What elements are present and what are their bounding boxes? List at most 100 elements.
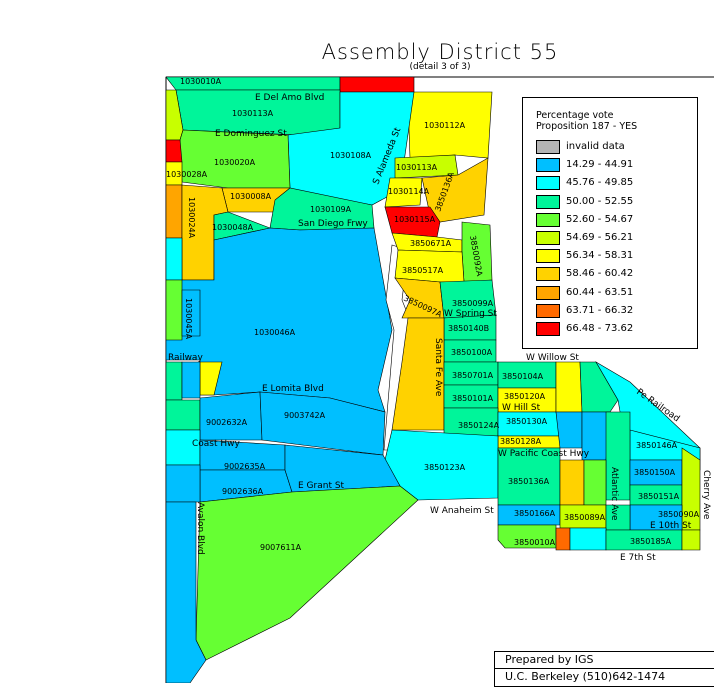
legend-item: 63.71 - 66.32 [536,303,686,318]
legend-item: 50.00 - 52.55 [536,194,686,209]
precinct-label: 1030112A [424,121,466,130]
precinct-label: 3850101A [452,394,494,403]
precinct-pch-green [583,459,607,506]
precinct-west-strip-e [165,464,201,503]
precinct-willow-yellow [555,361,583,413]
legend-label: 50.00 - 52.55 [566,195,634,207]
street-willow: W Willow St [526,353,579,363]
legend-item: 58.46 - 60.42 [536,267,686,282]
precinct-label: 3850099A [452,299,494,308]
legend-item: 54.69 - 56.21 [536,231,686,245]
legend-item: 56.34 - 58.31 [536,249,686,264]
precinct-top-red [339,76,415,93]
street-atlantic: Atlantic Ave [609,467,619,521]
precinct-label: 3850701A [452,371,494,380]
precinct-west-strip-c [165,399,201,431]
legend-swatch [536,267,560,282]
street-anaheim: W Anaheim St [430,506,494,516]
legend-swatch [536,158,560,173]
legend-swatch [536,194,560,209]
legend-label: 56.34 - 58.31 [566,250,634,262]
street-10th: E 10th St [650,521,692,531]
precinct-west-orange [165,184,183,239]
street-grant: E Grant St [298,481,345,491]
legend-item: invalid data [536,140,686,154]
precinct-west-strip-a [165,361,183,401]
precinct-bottom-cyan [569,527,607,551]
precinct-west-strip-b [181,361,201,399]
precinct-label: 3850130A [506,417,548,426]
legend-title-line1: Percentage vote [536,110,614,121]
street-del-amo: E Del Amo Blvd [255,93,324,103]
precinct-label: 9002635A [224,462,266,471]
precinct-label: 3850100A [451,348,493,357]
street-pacific: W Pacific Coast Hwy [498,449,590,459]
precinct-label: 1030045A [184,298,193,340]
legend-swatch [536,249,560,264]
precinct-label: 1030115A [394,215,436,224]
precinct-label: 1030024A [187,197,196,239]
precinct-pch-yellow [559,459,585,506]
precinct-east-blue-a [555,411,583,449]
credit-line1: Prepared by IGS [495,652,714,669]
precinct-label: 3850146A [636,441,678,450]
street-spring: W Spring St [444,309,497,319]
precinct-label: 1030028A [166,170,208,179]
precinct-label: 3850150A [634,468,676,477]
precinct-9002632A [199,391,263,441]
legend-title-line2: Proposition 187 - YES [536,121,638,132]
precinct-label: 1030108A [330,151,372,160]
precinct-label: 3850140B [448,324,489,333]
precinct-label: 9007611A [260,543,302,552]
legend-item: 45.76 - 49.85 [536,176,686,191]
street-railway: Railway [168,353,203,363]
legend-label: 66.48 - 73.62 [566,323,634,334]
street-santa-fe: Santa Fe Ave [433,338,443,397]
precinct-label: 3850151A [638,492,680,501]
legend-swatch [536,140,560,154]
credit-box: Prepared by IGS U.C. Berkeley (510)642-1… [494,651,714,687]
street-dominguez: E Dominguez St [215,129,287,139]
precinct-label: 3850671A [410,239,452,248]
precinct-label: 9002636A [222,487,264,496]
precinct-label: 3850123A [424,463,466,472]
precinct-9007611A [195,485,419,661]
precinct-label: 3850120A [504,392,546,401]
precinct-label: 3850124A [458,421,500,430]
street-hill: W Hill St [502,403,541,413]
legend-swatch [536,231,560,245]
legend-title: Percentage vote Proposition 187 - YES [536,110,637,132]
legend-swatch [536,322,560,336]
precinct-west-green [165,279,183,341]
street-7th: E 7th St [620,553,656,563]
precinct-label: 3850104A [502,372,544,381]
legend-label: 45.76 - 49.85 [566,177,634,189]
legend-label: 52.60 - 54.67 [566,213,634,225]
precinct-label: 3850166A [514,509,556,518]
street-san-diego: San Diego Frwy [298,219,368,229]
legend-item: 60.44 - 63.51 [536,285,686,300]
precinct-label: 1030010A [180,77,222,86]
precinct-west-red [165,139,183,163]
street-cherry: Cherry Ave [701,470,711,520]
precinct-label: 3850010A [514,538,556,547]
precinct-bottom-orange [555,527,571,551]
legend-item: 66.48 - 73.62 [536,322,686,336]
precinct-label: 1030113A [232,109,274,118]
street-lomita: E Lomita Blvd [262,384,324,394]
precinct-label: 3850090A [658,510,700,519]
precinct-bottom-yellowgreen [681,529,701,551]
legend-swatch [536,303,560,318]
precinct-label: 1030113A [396,163,438,172]
precinct-label: 3850517A [402,266,444,275]
legend-swatch [536,285,560,300]
legend-label: invalid data [566,141,625,152]
precinct-label: 3850185A [630,537,672,546]
precinct-label: 1030114A [388,187,430,196]
legend-swatch [536,176,560,191]
precinct-label: 9003742A [284,411,326,420]
legend-item: 14.29 - 44.91 [536,158,686,173]
precinct-label: 1030020A [214,158,256,167]
precinct-label: 3850136A [508,477,550,486]
legend-swatch [536,212,560,227]
